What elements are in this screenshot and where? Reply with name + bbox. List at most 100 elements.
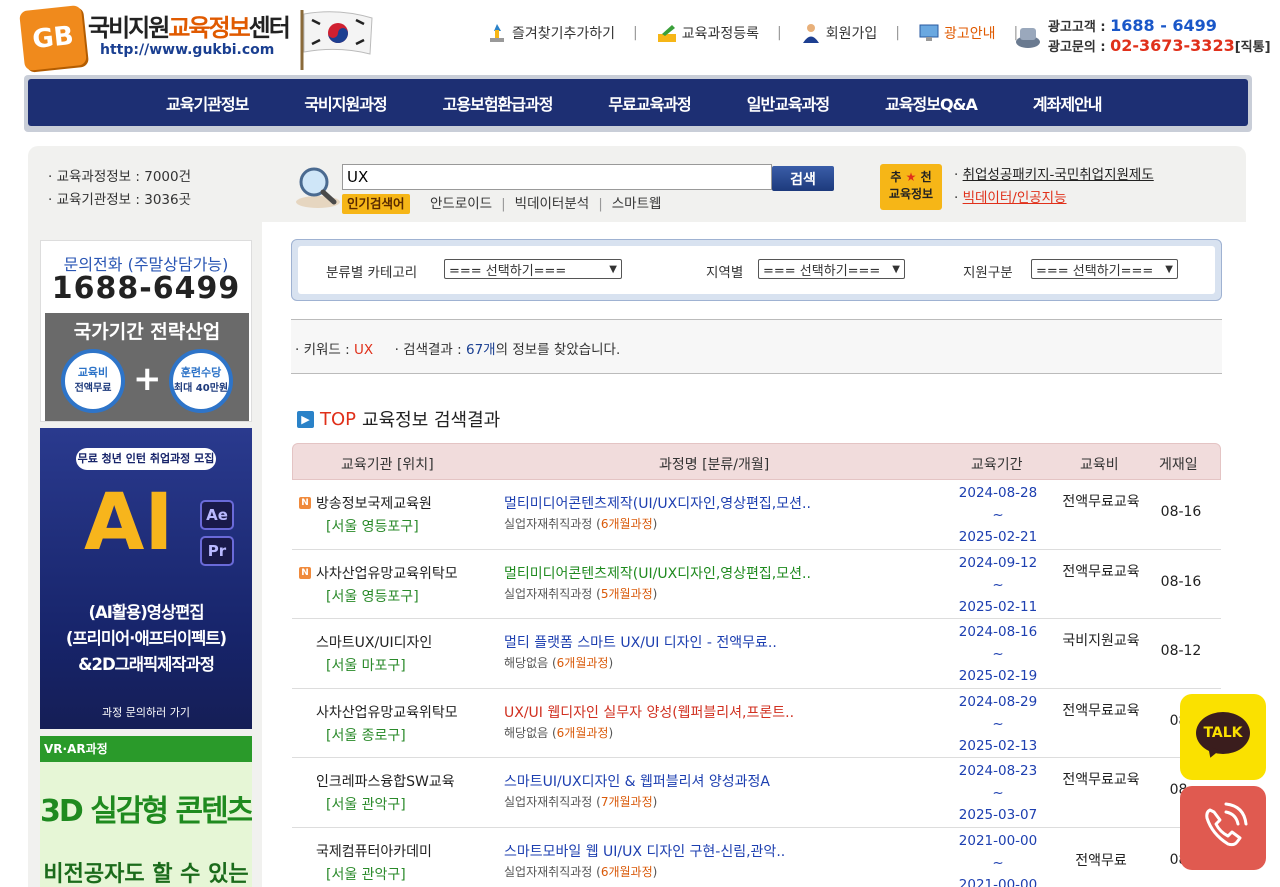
rec-link-employment[interactable]: 취업성공패키지-국민취업지원제도 — [963, 167, 1154, 183]
contact-ad-banner[interactable]: 문의전화 (주말상담가능) 1688-6499 국가기간 전략산업 교육비 전액무… — [40, 240, 252, 422]
chevron-down-icon: ▼ — [892, 263, 900, 275]
star-icon: ★ — [905, 170, 917, 184]
result-count: 67개 — [466, 342, 496, 358]
institute-location: [서울 관악구] — [326, 797, 406, 813]
popular-keyword[interactable]: 빅데이터분석 — [515, 196, 590, 212]
pencil-icon — [657, 25, 676, 42]
popular-keywords-label: 인기검색어 — [342, 194, 410, 214]
separator: | — [895, 25, 901, 41]
stats: · 교육과정정보 : 7000건 · 교육기관정보 : 3036곳 — [48, 166, 191, 212]
search-button[interactable]: 검색 — [772, 166, 834, 191]
institute-name[interactable]: 스마트UX/UI디자인 — [316, 632, 432, 652]
institute-location: [서울 관악구] — [326, 866, 406, 883]
table-row[interactable]: N 방송정보국제교육원 [서울 영등포구] 멀티미디어콘텐츠제작(UI/UX디자인,영… — [292, 480, 1221, 550]
course-category: 실업자재취직과정 (7개월과정) — [504, 795, 658, 809]
course-title[interactable]: UX/UI 웹디자인 실무자 양성(웹퍼블리셔,프론트.. — [504, 702, 794, 722]
top-links: 즐겨찾기추가하기 | 교육과정등록 | 회원가입 | 광고안내 | — [486, 22, 1036, 44]
after-effects-icon: Ae — [200, 500, 234, 530]
nav-institutes[interactable]: 교육기관정보 — [166, 91, 249, 115]
course-period: 2024-08-29 ~2025-02-13 — [958, 693, 1038, 754]
course-title[interactable]: 멀티미디어콘텐츠제작(UI/UX디자인,영상편집,모션.. — [504, 493, 811, 513]
course-title[interactable]: 스마트UI/UX디자인 & 웹퍼블리셔 양성과정A — [504, 771, 770, 791]
results-table-body: N 방송정보국제교육원 [서울 영등포구] 멀티미디어콘텐츠제작(UI/UX디자인,영… — [292, 480, 1221, 887]
course-period: 2024-08-28 ~2025-02-21 — [958, 485, 1038, 545]
free-tuition-badge: 교육비 전액무료 — [61, 349, 125, 413]
table-row[interactable]: N 사차산업유망교육위탁모 [서울 영등포구] 멀티미디어콘텐츠제작(UI/UX디자인… — [292, 549, 1221, 619]
ad-contact: 광고고객 : 1688 - 6499 광고문의 : 02-3673-3323[직… — [1014, 16, 1271, 60]
table-row[interactable]: 사차산업유망교육위탁모 [서울 종로구] UX/UI 웹디자인 실무자 양성(웹퍼블… — [292, 688, 1221, 758]
course-category: 해당없음 (6개월과정) — [504, 725, 614, 740]
course-register-link[interactable]: 교육과정등록 — [656, 22, 759, 44]
col-institute: 교육기관 [위치] — [341, 457, 434, 473]
support-type-select[interactable]: === 선택하기=== ▼ — [1031, 259, 1178, 279]
contact-phone: 1688-6499 — [51, 271, 241, 306]
popular-keyword[interactable]: 안드로이드 — [430, 196, 492, 212]
institute-name[interactable]: 국제컴퓨터아카데미 — [316, 841, 432, 861]
bookmark-link[interactable]: 즐겨찾기추가하기 — [486, 22, 615, 44]
site-logo[interactable]: GB 국비지원교육정보센터 http://www.gukbi.com — [19, 4, 382, 72]
nav-general-courses[interactable]: 일반교육과정 — [747, 91, 830, 115]
signup-link[interactable]: 회원가입 — [800, 22, 877, 44]
allowance-badge: 훈련수당 최대 40만원 — [169, 349, 233, 413]
chevron-down-icon: ▼ — [1165, 263, 1173, 275]
rec-link-bigdata[interactable]: 빅데이터/인공지능 — [963, 190, 1067, 206]
user-icon — [802, 24, 819, 43]
phone-icon — [1016, 28, 1040, 48]
post-date: 08-16 — [1160, 573, 1202, 590]
nav-gov-courses[interactable]: 국비지원과정 — [304, 91, 387, 115]
recommended-badge: 추 ★ 천 교육정보 — [880, 164, 942, 210]
chevron-down-icon: ▼ — [609, 263, 617, 275]
ad-info-link[interactable]: 광고안내 — [918, 22, 996, 44]
region-select[interactable]: === 선택하기=== ▼ — [758, 259, 905, 279]
course-category: 실업자재취직과정 (6개월과정) — [504, 517, 658, 531]
call-button[interactable] — [1180, 786, 1266, 870]
separator: | — [777, 25, 782, 41]
table-row[interactable]: 스마트UX/UI디자인 [서울 마포구] 멀티 플랫폼 스마트 UX/UI 디자인 … — [292, 619, 1221, 689]
logo-title: 국비지원교육정보센터 — [88, 14, 291, 42]
institute-location: [서울 영등포구] — [326, 588, 419, 605]
filter-panel: 분류별 카테고리 === 선택하기=== ▼ 지역별 === 선택하기=== ▼ 지… — [291, 239, 1222, 301]
category-select[interactable]: === 선택하기=== ▼ — [444, 259, 622, 279]
search-input[interactable] — [342, 164, 772, 190]
premiere-icon: Pr — [200, 536, 234, 566]
institute-name[interactable]: 사차산업유망교육위탁모 — [316, 563, 458, 583]
nav-free-courses[interactable]: 무료교육과정 — [608, 91, 691, 115]
col-date: 게재일 — [1159, 457, 1198, 473]
ad-phone: 광고고객 : 1688 - 6499 — [1048, 16, 1217, 35]
institute-name[interactable]: 사차산업유망교육위탁모 — [316, 702, 458, 722]
kakaotalk-button[interactable]: TALK — [1180, 694, 1266, 780]
course-title[interactable]: 멀티 플랫폼 스마트 UX/UI 디자인 - 전액무료.. — [504, 632, 777, 652]
nav-refund-courses[interactable]: 고용보험환급과정 — [443, 91, 554, 115]
logo-url: http://www.gukbi.com — [100, 42, 275, 58]
course-period: 2024-08-23 ~2025-03-07 — [958, 763, 1038, 823]
table-row[interactable]: 인크레파스융합SW교육 [서울 관악구] 스마트UI/UX디자인 & 웹퍼블리셔 양… — [292, 758, 1221, 828]
course-fee: 전액무료 — [1075, 852, 1127, 869]
separator: | — [633, 25, 638, 41]
institute-count: · 교육기관정보 : 3036곳 — [48, 192, 192, 208]
course-fee: 전액무료교육 — [1062, 702, 1140, 719]
institute-name[interactable]: 방송정보국제교육원 — [316, 493, 432, 513]
institute-name[interactable]: 인크레파스융합SW교육 — [316, 771, 455, 791]
institute-location: [서울 종로구] — [326, 727, 406, 744]
search-panel: · 교육과정정보 : 7000건 · 교육기관정보 : 3036곳 검색 인기검… — [28, 146, 1246, 222]
course-period: 2021-00-00 ~2021-00-00 — [958, 832, 1038, 887]
course-title[interactable]: 멀티미디어콘텐츠제작(UI/UX디자인,영상편집,모션.. — [504, 563, 811, 583]
site-header: GB 국비지원교육정보센터 http://www.gukbi.com 즐겨찾기추… — [0, 0, 1280, 74]
popular-keyword[interactable]: 스마트웹 — [612, 196, 662, 212]
post-date: 08-16 — [1160, 504, 1202, 520]
main-nav: 교육기관정보 국비지원과정 고용보험환급과정 무료교육과정 일반교육과정 교육정… — [24, 75, 1252, 132]
support-type-label: 지원구분 — [963, 265, 1013, 281]
recommended-links: · 취업성공패키지-국민취업지원제도 · 빅데이터/인공지능 — [954, 167, 1154, 206]
course-category: 실업자재취직과정 (6개월과정) — [504, 864, 658, 879]
nav-qna[interactable]: 교육정보Q&A — [885, 91, 978, 115]
table-row[interactable]: 국제컴퓨터아카데미 [서울 관악구] 스마트모바일 웹 UI/UX 디자인 구현-신… — [292, 827, 1221, 887]
talk-bubble-icon: TALK — [1196, 712, 1250, 754]
monitor-icon — [919, 24, 939, 41]
ai-video-ad-banner[interactable]: 무료 청년 인턴 취업과정 모집 AI Ae Pr (AI활용)영상편집 (프리… — [40, 428, 252, 729]
arrow-right-icon: ▶ — [297, 410, 314, 428]
institute-location: [서울 영등포구] — [326, 519, 419, 535]
course-title[interactable]: 스마트모바일 웹 UI/UX 디자인 구현-신림,관악.. — [504, 841, 785, 861]
nav-account-guide[interactable]: 계좌제안내 — [1033, 91, 1103, 115]
vr-ar-ad-banner[interactable]: VR·AR과정 3D 실감형 콘텐츠 비전공자도 할 수 있는 — [40, 736, 252, 887]
col-fee: 교육비 — [1080, 457, 1119, 473]
